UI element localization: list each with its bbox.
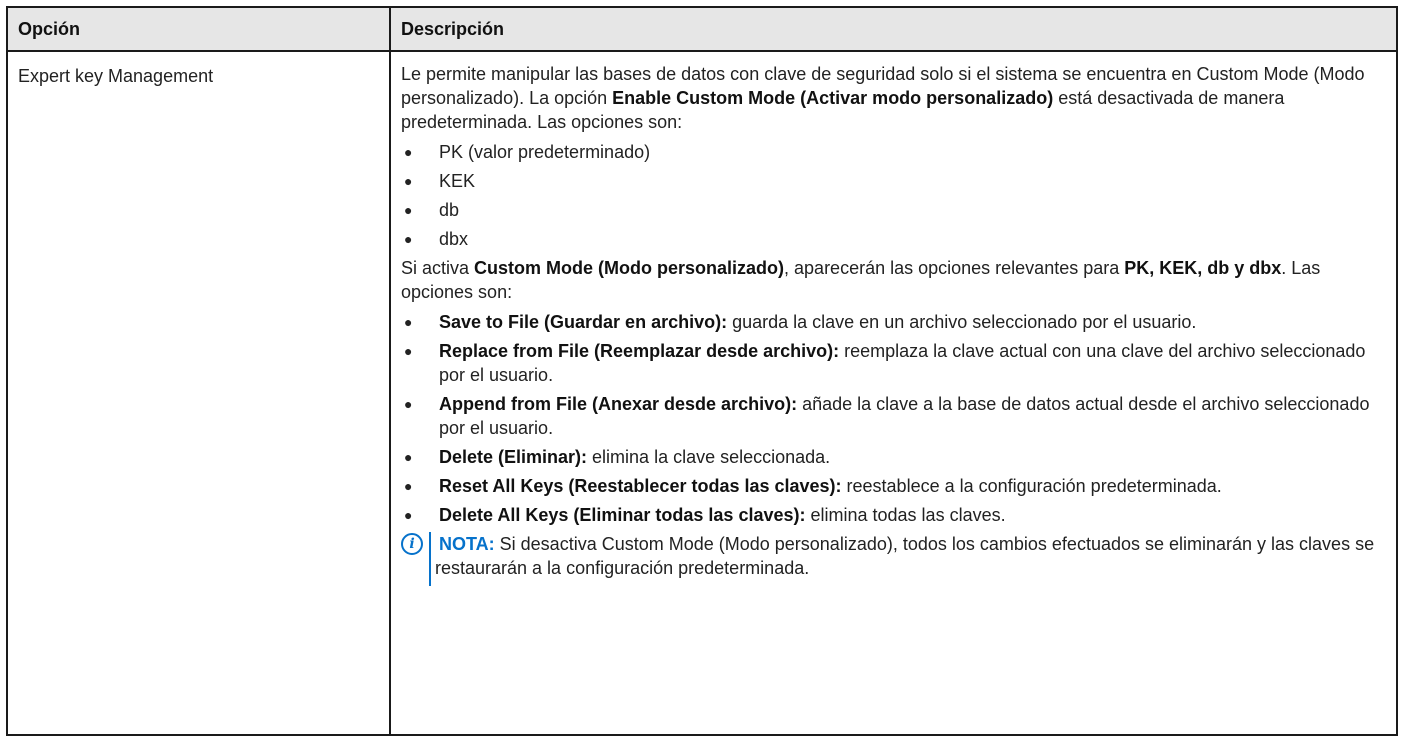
list-item-text: db — [439, 200, 460, 220]
list-item-text: dbx — [439, 229, 469, 249]
list-item: ● PK (valor predeterminado) — [401, 140, 1378, 164]
action-text: elimina la clave seleccionada. — [587, 447, 831, 467]
custom-actions-list: ● Save to File (Guardar en archivo): guar… — [401, 310, 1378, 527]
list-item-text: KEK — [439, 171, 476, 191]
option-description: Le permite manipular las bases de datos … — [389, 50, 1398, 736]
info-icon: i — [401, 533, 423, 555]
note-text: Si desactiva Custom Mode (Modo personali… — [435, 534, 1375, 578]
action-label: Save to File (Guardar en archivo): — [439, 312, 728, 332]
action-label: Replace from File (Reemplazar desde arch… — [439, 341, 840, 361]
custom-bold: Custom Mode (Modo personalizado) — [474, 258, 785, 278]
bullet-icon: ● — [404, 231, 413, 247]
intro-bold: Enable Custom Mode (Activar modo persona… — [612, 88, 1054, 108]
action-label: Reset All Keys (Reestablecer todas las c… — [439, 476, 842, 496]
list-item: ● Append from File (Anexar desde archivo)… — [401, 392, 1378, 440]
option-name: Expert key Management — [6, 50, 391, 736]
header-option: Opción — [6, 6, 391, 52]
list-item: ● KEK — [401, 169, 1378, 193]
action-text: reestablece a la configuración predeterm… — [841, 476, 1222, 496]
table-row: Expert key Management Le permite manipul… — [6, 50, 1398, 736]
list-item: ● Reset All Keys (Reestablecer todas las … — [401, 474, 1378, 498]
bullet-icon: ● — [404, 396, 413, 412]
bullet-icon: ● — [404, 314, 413, 330]
action-text: elimina todas las claves. — [805, 505, 1006, 525]
bullet-icon: ● — [404, 449, 413, 465]
header-description: Descripción — [389, 6, 1398, 52]
bullet-icon: ● — [404, 202, 413, 218]
options-table: Opción Descripción Expert key Management… — [6, 6, 1398, 736]
custom-text: Si activa — [401, 258, 475, 278]
note-body: NOTA: Si desactiva Custom Mode (Modo per… — [435, 534, 1374, 578]
bullet-icon: ● — [404, 343, 413, 359]
custom-text-mid: , aparecerán las opciones relevantes par… — [784, 258, 1125, 278]
table-header-row: Opción Descripción — [6, 6, 1398, 52]
action-label: Delete All Keys (Eliminar todas las clav… — [439, 505, 806, 525]
bullet-icon: ● — [404, 144, 413, 160]
note-accent-bar — [429, 532, 431, 586]
list-item: ● Delete (Eliminar): elimina la clave sel… — [401, 445, 1378, 469]
list-item: ● Save to File (Guardar en archivo): guar… — [401, 310, 1378, 334]
custom-bold-keys: PK, KEK, db y dbx — [1124, 258, 1282, 278]
list-item: ● Delete All Keys (Eliminar todas las cla… — [401, 503, 1378, 527]
action-label: Delete (Eliminar): — [439, 447, 588, 467]
default-options-list: ● PK (valor predeterminado) ● KEK ● db ● dbx — [401, 140, 1378, 251]
custom-mode-paragraph: Si activa Custom Mode (Modo personalizad… — [401, 256, 1378, 304]
bullet-icon: ● — [404, 478, 413, 494]
action-text: guarda la clave en un archivo selecciona… — [727, 312, 1197, 332]
note-callout: i NOTA: Si desactiva Custom Mode (Modo p… — [401, 532, 1378, 586]
bullet-icon: ● — [404, 173, 413, 189]
list-item: ● Replace from File (Reemplazar desde arc… — [401, 339, 1378, 387]
bullet-icon: ● — [404, 507, 413, 523]
intro-paragraph: Le permite manipular las bases de datos … — [401, 62, 1378, 134]
note-label: NOTA: — [439, 534, 495, 554]
list-item-text: PK (valor predeterminado) — [439, 142, 651, 162]
list-item: ● dbx — [401, 227, 1378, 251]
list-item: ● db — [401, 198, 1378, 222]
action-label: Append from File (Anexar desde archivo): — [439, 394, 798, 414]
